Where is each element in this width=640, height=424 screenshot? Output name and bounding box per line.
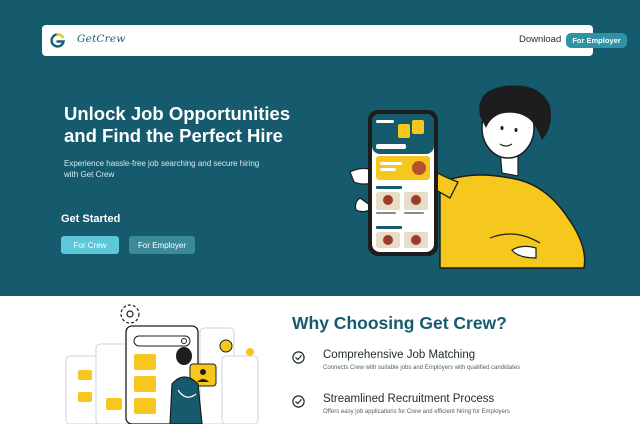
feature-title: Comprehensive Job Matching — [323, 349, 476, 361]
hero-illustration — [349, 85, 586, 269]
hero-title-line-2: and Find the Perfect Hire — [64, 125, 283, 146]
why-section-title: Why Choosing Get Crew? — [292, 313, 507, 333]
hero-subtitle-line-1: Experience hassle-free job searching and… — [64, 159, 260, 168]
for-crew-button[interactable]: For Crew — [61, 236, 119, 254]
logo-icon[interactable] — [50, 33, 65, 48]
navbar: GetCrew Download For Employer — [42, 25, 627, 56]
hero-section: GetCrew Download For Employer Unlock Job… — [0, 0, 640, 296]
for-employer-button[interactable]: For Employer — [129, 236, 195, 254]
check-circle-icon — [292, 351, 305, 364]
feature-title: Streamlined Recruitment Process — [323, 393, 495, 405]
download-link[interactable]: Download — [519, 34, 561, 45]
hero-title-line-1: Unlock Job Opportunities — [64, 103, 291, 124]
hero-title: Unlock Job Opportunities and Find the Pe… — [64, 103, 364, 147]
nav-for-employer-button[interactable]: For Employer — [566, 33, 627, 48]
hero-subtitle-line-2: with Get Crew — [64, 170, 115, 179]
hero-subtitle: Experience hassle-free job searching and… — [64, 158, 304, 180]
feature-description: Offers easy job applications for Crew an… — [323, 409, 510, 415]
get-started-heading: Get Started — [61, 213, 121, 225]
check-circle-icon — [292, 395, 305, 408]
feature-description: Connects Crew with suitable jobs and Emp… — [323, 365, 521, 371]
matching-illustration — [65, 304, 259, 424]
gear-icon — [120, 304, 140, 324]
logo-text[interactable]: GetCrew — [77, 33, 125, 45]
